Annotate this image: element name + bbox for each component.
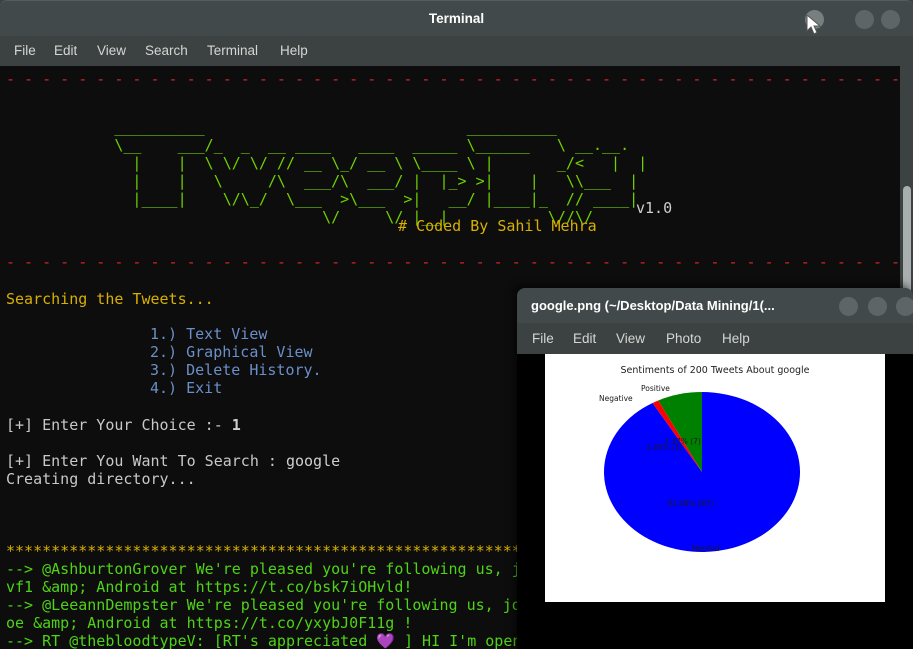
viewer-titlebar[interactable]: google.png (~/Desktop/Data Mining/1(... [517,288,913,323]
viewer-menu-file[interactable]: File [529,323,557,354]
displayed-image: Sentiments of 200 Tweets About google Po… [545,354,885,602]
tweet-handle: RT @thebloodtypeV: [42,632,205,649]
viewer-menu-edit[interactable]: Edit [570,323,599,354]
tweet-arrow: --> [6,632,43,649]
viewer-menu-view[interactable]: View [613,323,648,354]
viewer-maximize-button[interactable] [868,297,887,316]
search-prompt-value: google [285,452,341,470]
pie-chart-svg [604,392,800,552]
tweet-arrow: --> [6,560,43,578]
ascii-banner-line-5: |____| \/\_/ \___ >\___ >| __/ |____|_ /… [6,190,675,208]
viewer-minimize-button[interactable] [839,297,858,316]
terminal-maximize-button[interactable] [855,10,874,29]
viewer-window-title: google.png (~/Desktop/Data Mining/1(... [531,298,775,313]
menu-option-2[interactable]: 2.) Graphical View [150,343,313,362]
pie-label-neutral: Neutral [692,544,720,553]
tweet-line-2: vf1 &amp; Android at https://t.co/bsk7iO… [6,578,413,596]
terminal-menu-view[interactable]: View [93,36,130,66]
terminal-window-title: Terminal [428,11,485,26]
credit-label: # Coded By Sahil Mehra [398,217,597,235]
terminal-close-button[interactable] [881,10,900,29]
menu-option-1[interactable]: 1.) Text View [150,325,267,344]
terminal-titlebar[interactable]: Terminal [0,0,913,37]
tweet-line-4: oe &amp; Android at https://t.co/yxybJ0F… [6,614,413,632]
version-label: v1.0 [636,199,673,217]
image-viewer-canvas[interactable]: Sentiments of 200 Tweets About google Po… [517,354,913,649]
image-viewer-window: google.png (~/Desktop/Data Mining/1(... … [517,288,913,649]
divider-line-top: - - - - - - - - - - - - - - - - - - - - … [6,70,900,88]
ascii-banner-line-2: \__ ___/_ _ __ ____ ____ _____ \______ \… [6,136,684,154]
ascii-banner-line-4: | | \ /\ ___/\ ___/ | |_> >| | \\___ | [6,172,675,190]
tweet-text: We're pleased you're following us, j [186,560,521,578]
choice-prompt-value: 1 [231,416,241,434]
creating-directory-status: Creating directory... [6,470,196,488]
pie-slice-neutral [604,392,800,552]
pie-label-positive: Positive [641,384,670,393]
chart-title: Sentiments of 200 Tweets About google [620,365,810,376]
tweet-handle: @LeeannDempster [42,596,178,614]
pie-label-negative: Negative [599,394,633,403]
viewer-menu-photo[interactable]: Photo [663,323,704,354]
search-prompt-label: [+] Enter You Want To Search : [6,452,286,470]
pie-value-negative: 1.05% (1) [646,443,683,452]
tweet-text: [RT's appreciated 💜 ] HI I'm open [204,632,522,649]
choice-prompt-label: [+] Enter Your Choice :- [6,416,232,434]
tweet-text: We're pleased you're following us, jo [177,596,521,614]
viewer-close-button[interactable] [896,297,913,316]
terminal-menu-search[interactable]: Search [141,36,192,66]
ascii-banner-line-1: __________ __________ [6,118,684,136]
terminal-menu-help[interactable]: Help [276,36,312,66]
choice-prompt-row: [+] Enter Your Choice :- 1 [6,416,241,435]
tweet-handle: @AshburtonGrover [42,560,187,578]
menu-option-4[interactable]: 4.) Exit [150,379,222,398]
tweet-line-3: --> @LeeannDempster We're pleased you're… [6,596,521,615]
searching-status: Searching the Tweets... [6,290,214,308]
divider-line-bottom: - - - - - - - - - - - - - - - - - - - - … [6,253,900,271]
terminal-menu-terminal[interactable]: Terminal [203,36,262,66]
pie-chart: Positive Negative Neutral 7.37% (7) 1.05… [599,384,800,553]
tweet-arrow: --> [6,596,43,614]
ascii-banner-line-3: | | \ \/ \/ // __ \_/ __ \ \____ \ | _/<… [6,154,684,172]
tweet-line-1: --> @AshburtonGrover We're pleased you'r… [6,560,521,579]
terminal-menu-edit[interactable]: Edit [50,36,81,66]
viewer-menubar: File Edit View Photo Help [517,323,913,354]
star-separator: ****************************************… [6,542,539,560]
search-prompt-row: [+] Enter You Want To Search : google [6,452,340,471]
viewer-menu-help[interactable]: Help [719,323,753,354]
menu-option-3[interactable]: 3.) Delete History. [150,361,322,380]
pie-value-neutral: 91.58% (87) [667,499,714,508]
tweet-line-5: --> RT @thebloodtypeV: [RT's appreciated… [6,632,521,649]
terminal-menu-file[interactable]: File [10,36,40,66]
terminal-minimize-button[interactable] [805,10,824,29]
terminal-menubar: File Edit View Search Terminal Help [0,36,913,66]
